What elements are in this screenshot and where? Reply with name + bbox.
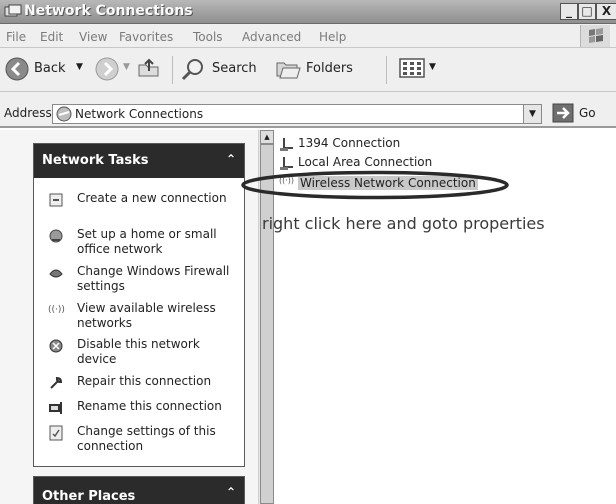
forward-arrow-icon	[95, 57, 119, 81]
network-cable-icon	[280, 157, 293, 170]
toolbar: Back ▼ ▼ Search Folders ▼	[0, 48, 616, 92]
search-label: Search	[212, 61, 257, 76]
views-dropdown-icon: ▼	[429, 62, 436, 72]
menu-advanced[interactable]: Advanced	[242, 30, 301, 44]
connection-label: Local Area Connection	[298, 155, 433, 169]
task-rename-connection[interactable]: Rename this connection	[48, 399, 244, 417]
menu-help[interactable]: Help	[319, 30, 346, 44]
go-label: Go	[579, 106, 596, 120]
connection-local-area[interactable]: Local Area Connection	[279, 155, 479, 171]
collapse-icon[interactable]: ⌃	[226, 485, 236, 499]
views-button[interactable]: ▼	[398, 56, 444, 82]
folders-button[interactable]: Folders	[272, 54, 372, 84]
other-places-title: Other Places	[42, 489, 136, 504]
home-network-icon	[49, 229, 63, 243]
task-create-connection[interactable]: Create a new connection	[48, 191, 244, 223]
rename-icon	[49, 402, 62, 414]
annotation-text: right click here and goto properties	[262, 214, 545, 233]
task-label: Change settings of this connection	[77, 424, 216, 453]
network-cable-icon	[280, 138, 293, 151]
maximize-button[interactable]: □	[578, 3, 596, 20]
network-connections-icon	[56, 106, 72, 122]
connection-label: 1394 Connection	[298, 136, 401, 150]
title-bar: Network Connections _ □ X	[0, 0, 616, 24]
window-title: Network Connections	[24, 3, 193, 19]
task-disable-device[interactable]: Disable this network device	[48, 337, 244, 369]
views-icon	[399, 58, 425, 78]
windows-logo-icon	[580, 25, 610, 47]
menu-bar: File Edit View Favorites Tools Advanced …	[0, 24, 616, 48]
up-folder-icon[interactable]	[136, 56, 162, 82]
task-pane: Network Tasks ⌃ Create a new connection …	[0, 130, 258, 504]
back-dropdown-icon: ▼	[76, 62, 83, 72]
task-label: Disable this network device	[77, 337, 200, 366]
address-field[interactable]: Network Connections ▼	[52, 104, 542, 124]
network-connections-icon	[4, 4, 22, 17]
collapse-icon[interactable]: ⌃	[226, 152, 236, 166]
disable-icon	[49, 339, 63, 353]
scroll-up-icon[interactable]: ▲	[260, 130, 274, 144]
toolbar-separator	[172, 56, 173, 84]
go-button[interactable]: Go	[552, 103, 612, 125]
task-home-network[interactable]: Set up a home or small office network	[48, 227, 244, 259]
highlight-ring	[241, 170, 509, 200]
firewall-icon	[49, 269, 63, 278]
go-arrow-icon	[552, 103, 574, 123]
address-label: Address	[4, 106, 52, 120]
menu-edit[interactable]: Edit	[40, 30, 63, 44]
menu-tools[interactable]: Tools	[193, 30, 223, 44]
task-label: View available wireless networks	[77, 301, 216, 330]
task-label: Set up a home or small office network	[77, 227, 217, 256]
folders-label: Folders	[306, 61, 353, 76]
search-button[interactable]: Search	[178, 54, 270, 84]
network-tasks-panel: Network Tasks ⌃ Create a new connection …	[33, 143, 245, 467]
back-label: Back	[34, 61, 66, 76]
other-places-header[interactable]: Other Places ⌃	[33, 476, 245, 504]
forward-dropdown-icon: ▼	[123, 62, 130, 72]
address-bar: Address Network Connections ▼ Go	[0, 92, 616, 128]
task-label: Create a new connection	[77, 191, 227, 205]
connection-1394[interactable]: 1394 Connection	[279, 136, 479, 152]
connections-list: 1394 Connection Local Area Connection ((…	[241, 130, 616, 504]
settings-icon	[49, 425, 63, 441]
task-repair-connection[interactable]: Repair this connection	[48, 374, 244, 392]
address-value: Network Connections	[75, 107, 204, 121]
menu-view[interactable]: View	[79, 30, 107, 44]
repair-icon	[50, 376, 63, 389]
task-label: Rename this connection	[77, 399, 222, 413]
task-label: Repair this connection	[77, 374, 212, 388]
search-icon	[181, 59, 203, 81]
network-tasks-header[interactable]: Network Tasks ⌃	[34, 144, 244, 178]
new-connection-icon	[49, 193, 63, 207]
forward-button[interactable]: ▼	[92, 54, 132, 84]
address-dropdown-icon[interactable]: ▼	[523, 105, 541, 123]
folders-icon	[276, 62, 301, 79]
menu-favorites[interactable]: Favorites	[119, 30, 173, 44]
close-button[interactable]: X	[596, 3, 616, 20]
task-change-settings[interactable]: Change settings of this connection	[48, 424, 244, 456]
toolbar-separator	[386, 56, 387, 84]
task-label: Change Windows Firewall settings	[77, 264, 230, 293]
back-button[interactable]: Back ▼	[2, 54, 90, 84]
back-arrow-icon	[5, 57, 29, 81]
minimize-button[interactable]: _	[560, 3, 578, 20]
menu-file[interactable]: File	[6, 30, 26, 44]
wireless-icon: ((·))	[48, 305, 65, 315]
task-wireless-networks[interactable]: ((·)) View available wireless networks	[48, 301, 244, 333]
network-tasks-title: Network Tasks	[42, 153, 149, 168]
task-firewall[interactable]: Change Windows Firewall settings	[48, 264, 244, 296]
